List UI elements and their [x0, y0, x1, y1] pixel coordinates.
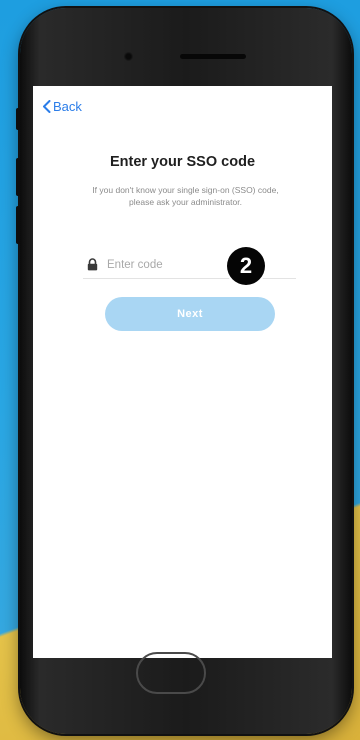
back-button[interactable]: Back [42, 99, 82, 114]
page-title: Enter your SSO code [109, 154, 256, 170]
next-button[interactable]: Next [105, 297, 275, 331]
step-number-badge: 2 [227, 247, 265, 285]
sso-code-input[interactable] [107, 255, 227, 275]
home-button[interactable] [136, 652, 206, 694]
volume-up-button [16, 158, 20, 196]
front-camera [124, 52, 133, 61]
phone-screen: Back Enter your SSO code If you don't kn… [33, 86, 332, 658]
earpiece-speaker [180, 54, 246, 59]
lock-icon [87, 258, 98, 271]
volume-down-button [16, 206, 20, 244]
chevron-left-icon [43, 100, 51, 113]
back-label: Back [53, 99, 82, 114]
page-description: If you don't know your single sign-on (S… [92, 185, 279, 207]
mute-switch [16, 108, 20, 130]
